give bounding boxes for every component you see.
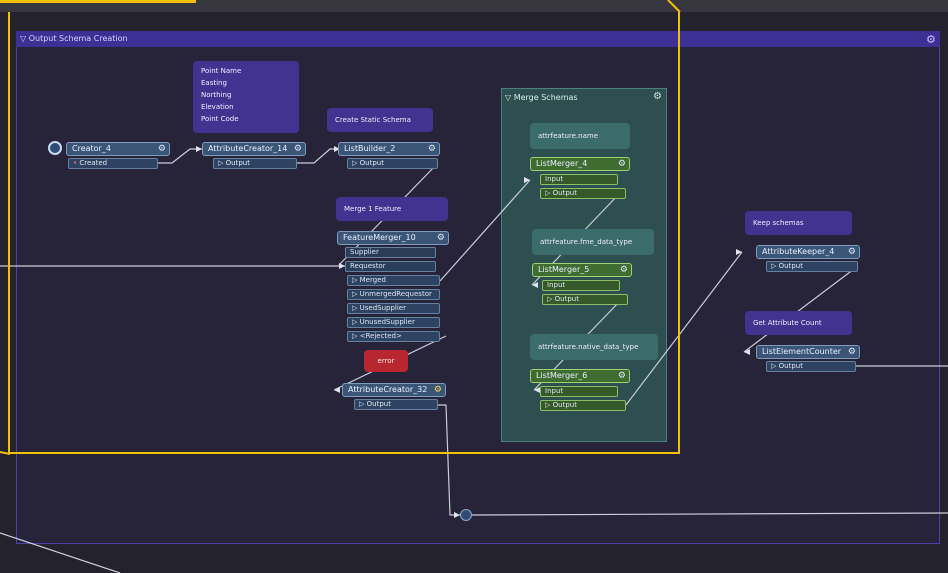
port-output[interactable]: ▷ Output — [347, 158, 438, 169]
transformer-listbuilder-2[interactable]: ListBuilder_2 ⚙ — [338, 142, 440, 156]
annotation-line: Elevation — [201, 103, 234, 111]
annotation-line: Easting — [201, 79, 227, 87]
annotation-attribute-list[interactable]: Point Name Easting Northing Elevation Po… — [193, 61, 299, 133]
port-output[interactable]: ▷ Output — [213, 158, 297, 169]
transformer-creator[interactable]: Creator_4 ⚙ — [66, 142, 170, 156]
gear-icon[interactable]: ⚙ — [434, 384, 442, 396]
output-triangle-icon: ▷ — [352, 304, 358, 312]
transformer-name: AttributeKeeper_4 — [762, 247, 835, 256]
gear-icon[interactable]: ⚙ — [158, 143, 166, 155]
transformer-attributecreator-32[interactable]: AttributeCreator_32 ⚙ — [342, 383, 446, 397]
port-label: <Rejected> — [359, 332, 402, 340]
port-label: UsedSupplier — [359, 304, 406, 312]
port-label: Output — [778, 262, 803, 270]
port-output[interactable]: ▷ Output — [540, 400, 626, 411]
output-triangle-icon: ▷ — [545, 401, 551, 409]
port-label: Output — [778, 362, 803, 370]
transformer-name: ListMerger_5 — [538, 265, 590, 274]
gear-icon[interactable]: ⚙ — [618, 158, 626, 170]
port-label: Input — [547, 281, 566, 289]
port-output[interactable]: ▷ Output — [542, 294, 628, 305]
annotation-attrfeature-name[interactable]: attrfeature.name — [530, 123, 630, 149]
port-rejected[interactable]: ▷ <Rejected> — [347, 331, 440, 342]
gear-icon[interactable]: ⚙ — [294, 143, 302, 155]
annotation-keep-schema[interactable]: Keep schemas — [745, 211, 852, 235]
port-input[interactable]: Input — [542, 280, 620, 291]
port-output[interactable]: ▷ Output — [354, 399, 438, 410]
port-label: Input — [545, 175, 564, 183]
port-label: Supplier — [350, 248, 379, 256]
transformer-listmerger-5[interactable]: ListMerger_5 ⚙ — [532, 263, 632, 277]
transformer-name: FeatureMerger_10 — [343, 233, 416, 242]
port-output[interactable]: ▷ Output — [540, 188, 626, 199]
gear-icon[interactable]: ⚙ — [848, 346, 856, 358]
junction-node[interactable] — [460, 509, 472, 521]
output-triangle-icon: ▷ — [547, 295, 553, 303]
transformer-name: ListBuilder_2 — [344, 144, 396, 153]
port-label: Merged — [359, 276, 386, 284]
transformer-attributekeeper-4[interactable]: AttributeKeeper_4 ⚙ — [756, 245, 860, 259]
port-created[interactable]: • Created — [68, 158, 158, 169]
port-dot-icon: • — [73, 159, 78, 167]
output-triangle-icon: ▷ — [771, 362, 777, 370]
port-label: Output — [366, 400, 391, 408]
gear-icon[interactable]: ⚙ — [620, 264, 628, 276]
port-output[interactable]: ▷ Output — [766, 261, 858, 272]
transformer-name: Creator_4 — [72, 144, 111, 153]
port-supplier[interactable]: Supplier — [345, 247, 436, 258]
output-triangle-icon: ▷ — [352, 276, 358, 284]
gear-icon[interactable]: ⚙ — [437, 232, 445, 244]
port-label: Output — [552, 189, 577, 197]
output-triangle-icon: ▷ — [545, 189, 551, 197]
port-merged[interactable]: ▷ Merged — [347, 275, 440, 286]
annotation-line: Northing — [201, 91, 232, 99]
output-triangle-icon: ▷ — [352, 332, 358, 340]
annotation-line: Point Code — [201, 115, 239, 123]
annotation-attrfeature-fme-data-type[interactable]: attrfeature.fme_data_type — [532, 229, 654, 255]
annotation-merge-1-feature[interactable]: Merge 1 Feature — [336, 197, 448, 221]
port-used-supplier[interactable]: ▷ UsedSupplier — [347, 303, 440, 314]
annotation-error[interactable]: error — [364, 350, 408, 372]
port-requestor[interactable]: Requestor — [345, 261, 436, 272]
transformer-listmerger-4[interactable]: ListMerger_4 ⚙ — [530, 157, 630, 171]
output-triangle-icon: ▷ — [771, 262, 777, 270]
transformer-name: AttributeCreator_32 — [348, 385, 428, 394]
annotation-get-attribute-count[interactable]: Get Attribute Count — [745, 311, 852, 335]
output-triangle-icon: ▷ — [352, 159, 358, 167]
transformer-name: ListMerger_6 — [536, 371, 588, 380]
port-input[interactable]: Input — [540, 386, 618, 397]
port-unused-supplier[interactable]: ▷ UnusedSupplier — [347, 317, 440, 328]
gear-icon[interactable]: ⚙ — [428, 143, 436, 155]
port-label: Output — [552, 401, 577, 409]
annotation-create-static-schema[interactable]: Create Static Schema — [327, 108, 433, 132]
output-triangle-icon: ▷ — [352, 318, 358, 326]
transformer-attributecreator-14[interactable]: AttributeCreator_14 ⚙ — [202, 142, 306, 156]
transformer-name: ListMerger_4 — [536, 159, 588, 168]
port-label: Output — [554, 295, 579, 303]
port-label: Output — [225, 159, 250, 167]
port-label: Output — [359, 159, 384, 167]
annotation-line: Point Name — [201, 67, 242, 75]
creator-icon[interactable] — [48, 141, 62, 155]
transformer-name: AttributeCreator_14 — [208, 144, 288, 153]
port-input[interactable]: Input — [540, 174, 618, 185]
output-triangle-icon: ▷ — [218, 159, 224, 167]
output-triangle-icon: ▷ — [352, 290, 358, 298]
port-label: Input — [545, 387, 564, 395]
port-label: UnusedSupplier — [359, 318, 415, 326]
transformer-name: ListElementCounter — [762, 347, 842, 356]
port-label: Requestor — [350, 262, 386, 270]
gear-icon[interactable]: ⚙ — [848, 246, 856, 258]
output-triangle-icon: ▷ — [359, 400, 365, 408]
annotation-attrfeature-native-data-type[interactable]: attrfeature.native_data_type — [530, 334, 658, 360]
port-output[interactable]: ▷ Output — [766, 361, 856, 372]
transformer-listelementcounter[interactable]: ListElementCounter ⚙ — [756, 345, 860, 359]
selection-outline-corner — [0, 0, 681, 455]
transformer-listmerger-6[interactable]: ListMerger_6 ⚙ — [530, 369, 630, 383]
port-label: UnmergedRequestor — [359, 290, 432, 298]
port-unmerged-requestor[interactable]: ▷ UnmergedRequestor — [347, 289, 440, 300]
port-label: Created — [79, 159, 108, 167]
transformer-featuremerger-10[interactable]: FeatureMerger_10 ⚙ — [337, 231, 449, 245]
gear-icon[interactable]: ⚙ — [618, 370, 626, 382]
